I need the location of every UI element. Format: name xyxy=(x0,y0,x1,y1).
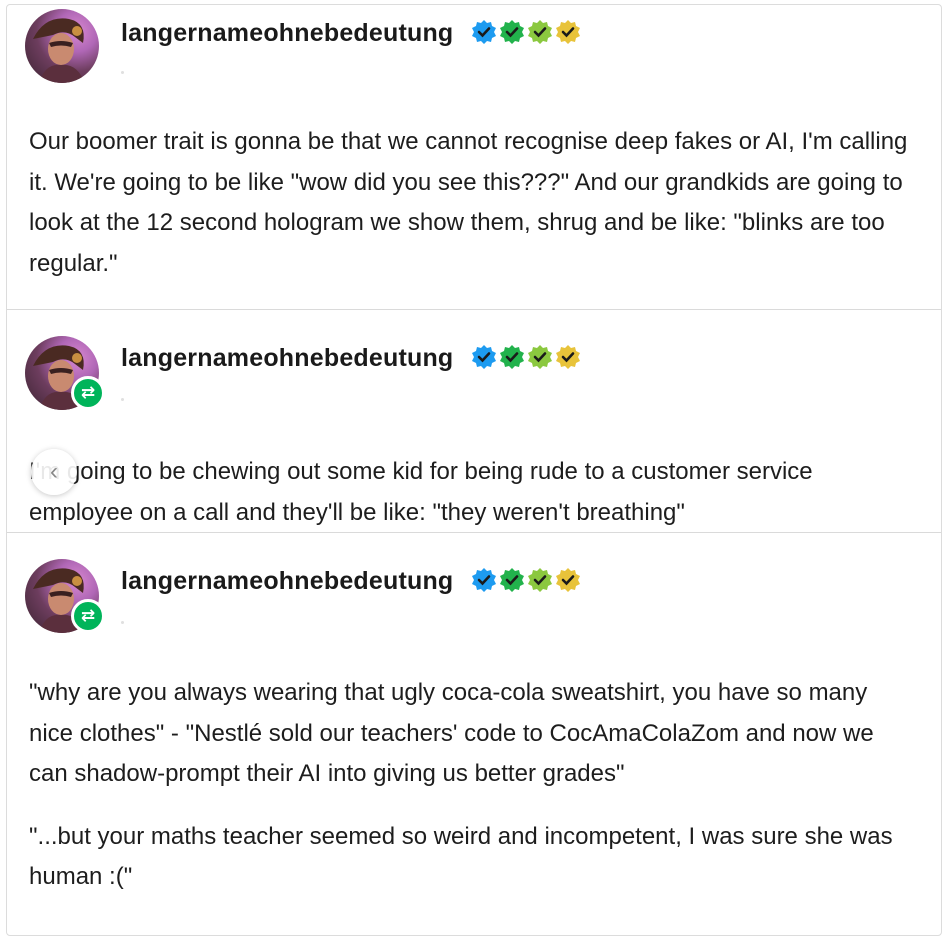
reblog-icon: ⇄ xyxy=(71,376,105,410)
lime-check-icon xyxy=(528,345,552,369)
post-2: ⇄ langernameohnebedeutung I'm going to b… xyxy=(7,309,941,532)
lime-check-icon xyxy=(528,568,552,592)
post-paragraph: "why are you always wearing that ugly co… xyxy=(29,679,874,788)
yellow-check-icon xyxy=(556,345,580,369)
avatar[interactable] xyxy=(25,9,99,83)
username[interactable]: langernameohnebedeutung xyxy=(121,567,453,596)
username[interactable]: langernameohnebedeutung xyxy=(121,344,453,373)
username[interactable]: langernameohnebedeutung xyxy=(121,19,453,48)
post-body: I'm going to be chewing out some kid for… xyxy=(29,452,911,533)
green-check-icon xyxy=(500,20,524,44)
post-body: "why are you always wearing that ugly co… xyxy=(29,673,911,898)
yellow-check-icon xyxy=(556,20,580,44)
blue-check-icon xyxy=(472,20,496,44)
post-3: ⇄ langernameohnebedeutung "why are you a… xyxy=(7,532,941,937)
post-thread: langernameohnebedeutung Our boomer trait… xyxy=(6,4,942,936)
post-paragraph: I'm going to be chewing out some kid for… xyxy=(29,458,813,526)
chevron-left-icon[interactable]: ‹ xyxy=(31,449,77,495)
verified-badges xyxy=(471,567,581,593)
verified-badges xyxy=(471,344,581,370)
post-1: langernameohnebedeutung Our boomer trait… xyxy=(7,5,941,309)
post-meta-dot xyxy=(121,71,124,74)
post-paragraph: Our boomer trait is gonna be that we can… xyxy=(29,128,908,277)
green-check-icon xyxy=(500,568,524,592)
reblog-icon: ⇄ xyxy=(71,599,105,633)
blue-check-icon xyxy=(472,568,496,592)
post-paragraph: "...but your maths teacher seemed so wei… xyxy=(29,822,893,891)
lime-check-icon xyxy=(528,20,552,44)
blue-check-icon xyxy=(472,345,496,369)
verified-badges xyxy=(471,19,581,45)
yellow-check-icon xyxy=(556,568,580,592)
post-meta-dot xyxy=(121,398,124,401)
green-check-icon xyxy=(500,345,524,369)
post-meta-dot xyxy=(121,621,124,624)
post-body: Our boomer trait is gonna be that we can… xyxy=(29,122,911,284)
